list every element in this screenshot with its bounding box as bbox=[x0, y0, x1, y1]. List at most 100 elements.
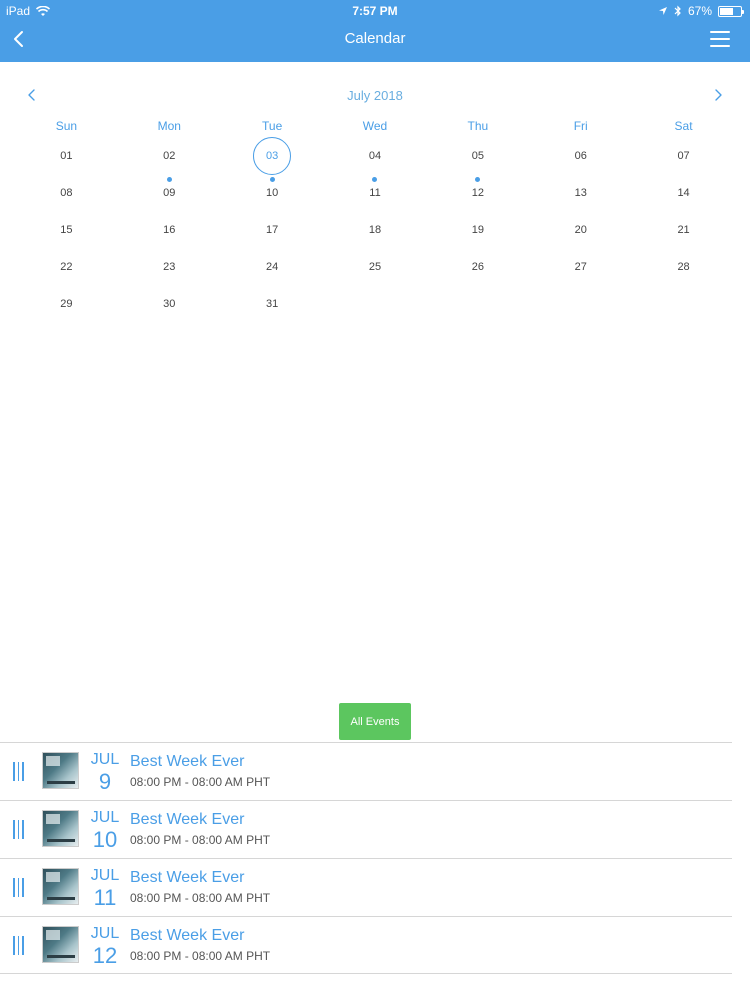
calendar-day-number: 17 bbox=[266, 224, 279, 236]
event-row[interactable]: JUL 9 Best Week Ever 08:00 PM - 08:00 AM… bbox=[0, 742, 732, 800]
status-time: 7:57 PM bbox=[352, 4, 398, 18]
calendar-day[interactable]: 13 bbox=[529, 174, 632, 211]
calendar-day-number: 16 bbox=[163, 224, 176, 236]
calendar-day-number: 05 bbox=[471, 150, 484, 162]
calendar-day[interactable]: 22 bbox=[15, 248, 118, 285]
calendar-day-number: 27 bbox=[574, 261, 587, 273]
calendar-day[interactable]: 31 bbox=[221, 285, 324, 322]
event-month: JUL bbox=[90, 925, 120, 942]
status-bar: iPad 7:57 PM 67% bbox=[0, 0, 750, 22]
event-time: 08:00 PM - 08:00 AM PHT bbox=[130, 949, 271, 963]
calendar-day-number: 13 bbox=[574, 187, 587, 199]
page-title: Calendar bbox=[344, 30, 406, 47]
calendar-day[interactable]: 07 bbox=[632, 137, 735, 174]
calendar-day-number: 06 bbox=[574, 150, 587, 162]
calendar-day-number: 20 bbox=[574, 224, 587, 236]
calendar-day-number: 12 bbox=[471, 187, 484, 199]
calendar-day[interactable]: 11 bbox=[324, 174, 427, 211]
calendar-day-number: 03 bbox=[266, 150, 279, 162]
calendar-day[interactable]: 25 bbox=[324, 248, 427, 285]
calendar-grid: 01 02 03 04 05 06 07 08 09 10 11 12 13 14 15 16 17 18 19 20… bbox=[15, 137, 735, 322]
event-thumbnail bbox=[42, 810, 79, 847]
calendar-day-number: 02 bbox=[163, 150, 176, 162]
calendar-day-number: 25 bbox=[368, 261, 382, 273]
calendar-day-number: 10 bbox=[266, 187, 279, 199]
calendar-day[interactable]: 03 bbox=[221, 137, 324, 182]
event-thumbnail bbox=[42, 868, 79, 905]
event-thumbnail bbox=[42, 926, 79, 963]
calendar-day[interactable]: 09 bbox=[118, 174, 221, 211]
drag-handle-icon[interactable] bbox=[13, 878, 29, 898]
event-day: 9 bbox=[98, 769, 112, 794]
event-day: 11 bbox=[93, 885, 117, 910]
month-label: July 2018 bbox=[347, 88, 403, 103]
calendar-day-number: 31 bbox=[266, 298, 279, 310]
weekday-label: Thu bbox=[467, 119, 489, 133]
calendar-day[interactable]: 21 bbox=[632, 211, 735, 248]
calendar-day[interactable]: 16 bbox=[118, 211, 221, 248]
hamburger-menu-icon[interactable] bbox=[710, 31, 730, 47]
calendar-day-number: 15 bbox=[60, 224, 73, 236]
calendar-day[interactable]: 02 bbox=[118, 137, 221, 182]
calendar-day[interactable]: 05 bbox=[426, 137, 529, 182]
event-row[interactable]: JUL 11 Best Week Ever 08:00 PM - 08:00 A… bbox=[0, 858, 732, 916]
calendar-day[interactable]: 06 bbox=[529, 137, 632, 174]
event-month: JUL bbox=[90, 751, 120, 768]
calendar-day[interactable]: 19 bbox=[426, 211, 529, 248]
location-arrow-icon bbox=[658, 7, 667, 15]
calendar-day[interactable]: 14 bbox=[632, 174, 735, 211]
calendar-day[interactable]: 30 bbox=[118, 285, 221, 322]
weekday-header: Sun Mon Tue Wed Thu Fri Sat bbox=[15, 119, 735, 135]
weekday-label: Wed bbox=[362, 119, 388, 133]
calendar-day[interactable]: 23 bbox=[118, 248, 221, 285]
calendar-day[interactable]: 15 bbox=[15, 211, 118, 248]
calendar-day-number: 29 bbox=[60, 298, 73, 310]
battery-percent: 67% bbox=[687, 4, 712, 18]
calendar-day[interactable]: 26 bbox=[426, 248, 529, 285]
top-bar: iPad 7:57 PM 67% Calendar bbox=[0, 0, 750, 62]
calendar-day[interactable]: 04 bbox=[324, 137, 427, 182]
all-events-button[interactable]: All Events bbox=[339, 703, 411, 740]
calendar-day[interactable]: 24 bbox=[221, 248, 324, 285]
calendar-day[interactable]: 08 bbox=[15, 174, 118, 211]
event-day: 10 bbox=[92, 827, 118, 852]
calendar-day-number: 11 bbox=[369, 187, 381, 199]
event-thumbnail bbox=[42, 752, 79, 789]
calendar-day-number: 19 bbox=[471, 224, 484, 236]
next-month-icon[interactable] bbox=[708, 85, 728, 105]
event-title: Best Week Ever bbox=[130, 753, 245, 770]
drag-handle-icon[interactable] bbox=[13, 936, 29, 956]
event-day: 12 bbox=[92, 943, 118, 968]
event-time: 08:00 PM - 08:00 AM PHT bbox=[130, 833, 271, 847]
calendar-day-number: 28 bbox=[677, 261, 690, 273]
calendar-day[interactable]: 12 bbox=[426, 174, 529, 211]
event-time: 08:00 PM - 08:00 AM PHT bbox=[130, 775, 271, 789]
weekday-label: Mon bbox=[157, 119, 181, 133]
event-row[interactable]: JUL 10 Best Week Ever 08:00 PM - 08:00 A… bbox=[0, 800, 732, 858]
event-title: Best Week Ever bbox=[130, 869, 245, 886]
calendar-day[interactable]: 29 bbox=[15, 285, 118, 322]
calendar-day[interactable]: 18 bbox=[324, 211, 427, 248]
calendar-day-number: 23 bbox=[163, 261, 176, 273]
calendar-day[interactable]: 28 bbox=[632, 248, 735, 285]
calendar-day[interactable]: 27 bbox=[529, 248, 632, 285]
nav-bar: Calendar bbox=[0, 22, 750, 62]
calendar-day-number: 14 bbox=[677, 187, 690, 199]
calendar-day[interactable]: 01 bbox=[15, 137, 118, 174]
calendar-day-number: 04 bbox=[368, 150, 382, 162]
calendar-day-number: 24 bbox=[266, 261, 279, 273]
calendar-day-number: 18 bbox=[368, 224, 382, 236]
event-row[interactable]: JUL 12 Best Week Ever 08:00 PM - 08:00 A… bbox=[0, 916, 732, 974]
drag-handle-icon[interactable] bbox=[13, 820, 29, 840]
event-month: JUL bbox=[90, 867, 120, 884]
calendar-day[interactable]: 10 bbox=[221, 174, 324, 211]
calendar-day[interactable]: 17 bbox=[221, 211, 324, 248]
calendar-day-number: 26 bbox=[471, 261, 484, 273]
calendar-day[interactable]: 20 bbox=[529, 211, 632, 248]
weekday-label: Tue bbox=[262, 119, 283, 133]
battery-icon bbox=[718, 5, 744, 17]
drag-handle-icon[interactable] bbox=[13, 762, 29, 782]
event-time: 08:00 PM - 08:00 AM PHT bbox=[130, 891, 271, 905]
calendar-day-number: 21 bbox=[677, 224, 690, 236]
calendar-day-number: 30 bbox=[163, 298, 176, 310]
